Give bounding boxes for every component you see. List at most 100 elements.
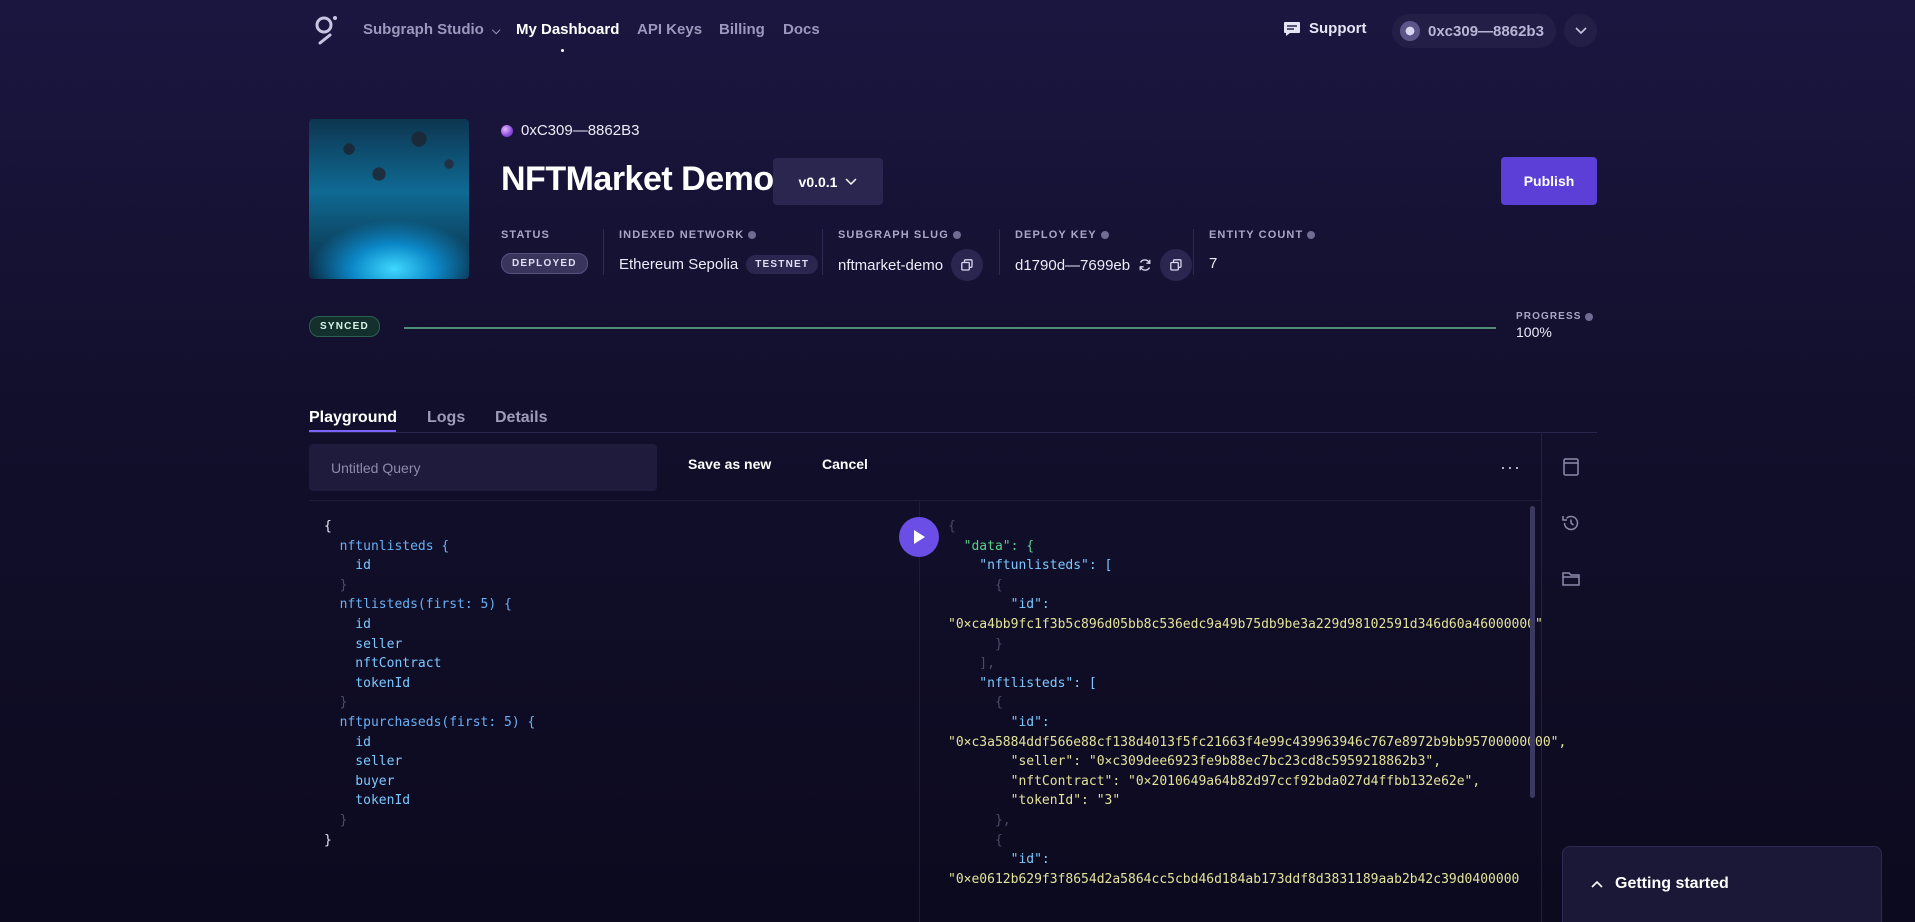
result-line: { [948,695,1003,711]
result-line: "0×ca4bb9fc1f3b5c896d05bb8c536edc9a49b75… [948,616,1543,632]
sync-status: SYNCED [309,316,380,337]
tab-details[interactable]: Details [495,409,547,427]
result-line: "nftlisteds": [ [948,675,1097,691]
result-line: "nftContract": "0×2010649a64b82d97ccf92b… [948,773,1481,789]
code-line: tokenId [324,675,411,691]
result-line: { [948,832,1003,848]
code-line: nftlisteds(first: 5) { [324,597,512,613]
more-options-button[interactable]: ··· [1500,457,1521,478]
entity-count-label: ENTITY COUNT [1209,229,1304,241]
slug-value: nftmarket-demo [838,256,944,274]
info-icon[interactable] [1585,312,1594,321]
nav-my-dashboard[interactable]: My Dashboard [516,21,619,38]
support-link[interactable]: Support [1283,20,1367,37]
nav-docs[interactable]: Docs [783,21,820,38]
folder-icon[interactable] [1561,569,1581,589]
nav-api-keys[interactable]: API Keys [637,21,702,38]
tabs-divider [309,432,1597,433]
account-button[interactable]: 0xc309—8862b3 [1392,14,1556,48]
copy-slug-button[interactable] [951,249,984,281]
result-line: "tokenId": "3" [948,793,1121,809]
result-line: "id": [948,852,1050,868]
result-scrollbar[interactable] [1530,506,1535,798]
chevron-down-icon: ⌵ [492,25,501,37]
result-line: "id": [948,714,1050,730]
code-line: seller [324,754,403,770]
info-icon[interactable] [952,231,961,239]
code-line: } [324,577,348,593]
info-icon[interactable] [748,231,757,239]
query-editor[interactable]: { nftunlisteds { id } nftlisteds(first: … [324,517,535,850]
account-address: 0xc309—8862b3 [1428,22,1544,40]
query-name-input[interactable] [309,444,657,491]
code-line: } [324,832,332,848]
result-line: { [948,577,1003,593]
divider [999,229,1000,275]
account-dropdown-button[interactable] [1564,14,1597,47]
tab-logs[interactable]: Logs [427,409,465,427]
page-title: NFTMarket Demo [501,160,774,198]
tab-playground[interactable]: Playground [309,409,397,427]
publish-button[interactable]: Publish [1501,157,1597,205]
copy-icon [961,259,973,271]
result-line: }, [948,812,1011,828]
deploy-key-label: DEPLOY KEY [1015,229,1097,241]
progress-value: 100% [1516,324,1552,340]
support-label: Support [1309,20,1367,37]
version-label: v0.0.1 [798,173,838,190]
getting-started-label: Getting started [1615,875,1729,892]
code-line: nftContract [324,656,442,672]
result-line: "nftunlisteds": [ [948,558,1113,574]
deploy-key-value: d1790d—7699eb [1015,256,1131,274]
owner-avatar-icon [501,124,513,137]
code-line: nftunlisteds { [324,538,450,554]
query-result: { "data": { "nftunlisteds": [ { "id": "0… [948,517,1566,889]
document-icon[interactable] [1561,457,1581,477]
chevron-down-icon [1574,26,1587,34]
progress-field: PROGRESS 100% [1516,311,1594,340]
result-line: "id": [948,597,1050,613]
editor-divider [919,500,920,922]
network-label: INDEXED NETWORK [619,229,745,241]
code-line: buyer [324,773,395,789]
copy-deploy-key-button[interactable] [1160,249,1193,281]
graph-logo-icon[interactable] [313,15,337,45]
avatar [1400,21,1420,41]
slug-field: SUBGRAPH SLUG nftmarket-demo [838,229,984,281]
play-icon [914,530,925,544]
code-line: } [324,695,348,711]
run-query-button[interactable] [899,517,939,557]
refresh-icon[interactable] [1138,258,1152,272]
code-line: id [324,616,371,632]
result-line: ], [948,656,995,672]
info-icon[interactable] [1100,231,1109,239]
result-line: { [948,519,956,534]
network-field: INDEXED NETWORK Ethereum Sepolia TESTNET [619,229,819,274]
synced-badge: SYNCED [309,316,380,337]
result-line: "0×e0612b629f3f8654d2a5864cc5cbd46d184ab… [948,871,1520,887]
copy-icon [1170,259,1182,271]
getting-started-panel[interactable]: Getting started [1562,846,1882,922]
status-badge: DEPLOYED [501,253,588,274]
result-line: "0×c3a5884ddf566e88cf138d4013f5fc21663f4… [948,734,1567,750]
owner-address: 0xC309—8862B3 [501,122,639,139]
version-select[interactable]: v0.0.1 [773,158,883,205]
entity-count-value: 7 [1209,255,1218,272]
subgraph-image [309,119,469,279]
result-line: "data": { [948,538,1035,554]
save-as-new-button[interactable]: Save as new [688,456,771,472]
active-indicator [561,49,564,52]
toolbar-divider [309,500,1541,501]
history-icon[interactable] [1561,513,1581,533]
nav-billing[interactable]: Billing [719,21,765,38]
studio-menu[interactable]: Subgraph Studio ⌵ [363,21,500,38]
info-icon[interactable] [1307,231,1316,239]
cancel-button[interactable]: Cancel [822,456,868,472]
result-line: "seller": "0×c309dee6923fe9b88ec7bc23cd8… [948,754,1442,770]
chat-bubble-icon [1284,21,1300,36]
code-line: { [324,519,332,534]
sync-progress-bar [404,327,1496,329]
progress-label: PROGRESS [1516,311,1582,322]
deploy-key-field: DEPLOY KEY d1790d—7699eb [1015,229,1193,281]
chevron-down-icon [845,177,857,185]
